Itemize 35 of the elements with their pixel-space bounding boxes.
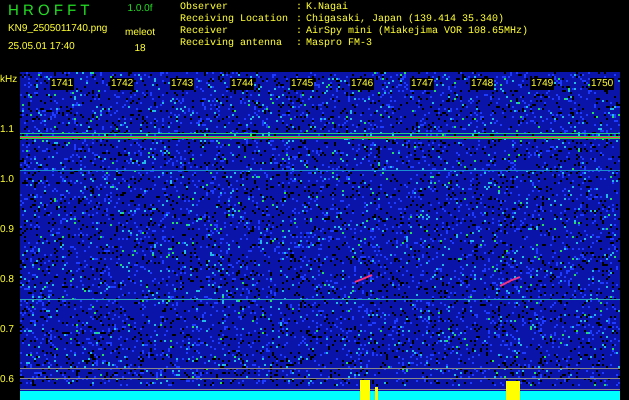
time-label: 1749 <box>530 78 554 90</box>
time-label: 1746 <box>350 78 374 90</box>
axis-label: 0.7 <box>0 324 14 336</box>
axis-label: 0.8 <box>0 274 14 286</box>
time-label: 1748 <box>470 78 494 90</box>
meteor-label: meleot <box>124 26 155 40</box>
time-label: 1743 <box>170 78 194 90</box>
time-label: 1744 <box>230 78 254 90</box>
time-label: 1742 <box>110 78 134 90</box>
axis-label: 1.1 <box>0 124 14 136</box>
meteor-count: 18 <box>134 42 146 56</box>
time-label: 1745 <box>290 78 314 90</box>
timestamp: 25.05.01 17:40 <box>8 40 76 54</box>
time-label: 1750 <box>590 78 614 90</box>
info-value: AirSpy mini (Miakejima VOR 108.65MHz) <box>306 26 528 38</box>
file-name: KN9_2505011740.png <box>8 22 108 36</box>
info-separator-colon: : <box>296 26 304 38</box>
info-separator-colon: : <box>296 2 304 14</box>
app-title: H R O F F T <box>8 1 90 21</box>
time-label: 1747 <box>410 78 434 90</box>
version-label: 1.0.0f <box>127 2 153 16</box>
info-value: Chigasaki, Japan (139.414 35.340) <box>306 14 504 26</box>
info-label: Receiver <box>180 26 230 38</box>
info-label: Observer <box>180 2 230 14</box>
info-value: Maspro FM-3 <box>306 38 372 50</box>
axis-label: 1.0 <box>0 174 14 186</box>
axis-unit: kHz <box>0 74 18 86</box>
axis-label: 0.9 <box>0 224 14 236</box>
info-value: K.Nagai <box>306 2 348 14</box>
info-label: Receiving Location <box>180 14 290 26</box>
info-separator-colon: : <box>296 14 304 26</box>
info-label: Receiving antenna <box>180 38 284 50</box>
time-label: 1741 <box>50 78 74 90</box>
info-separator-colon: : <box>296 38 304 50</box>
axis-label: 0.6 <box>0 374 14 386</box>
